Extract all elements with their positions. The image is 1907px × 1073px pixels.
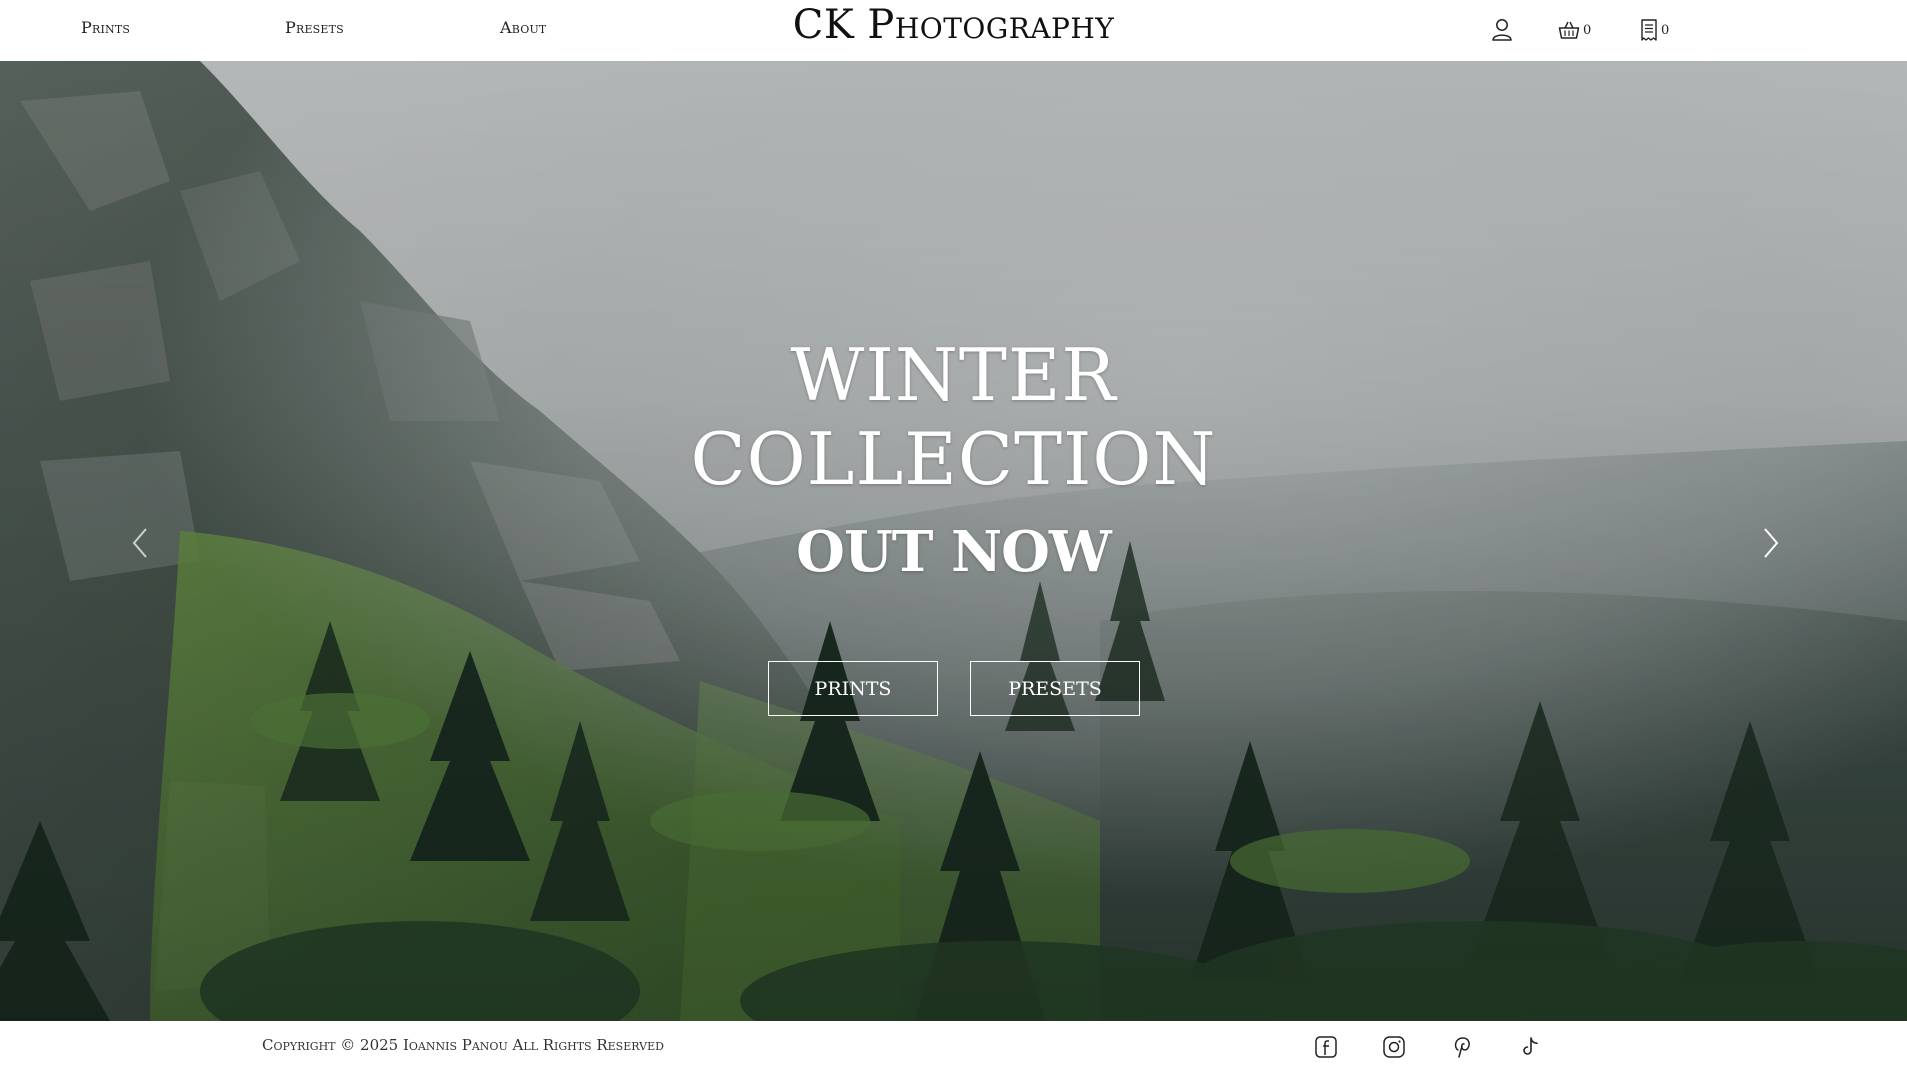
- tiktok-icon[interactable]: [1518, 1035, 1542, 1059]
- instagram-icon[interactable]: [1382, 1035, 1406, 1059]
- chevron-right-icon[interactable]: [1755, 523, 1785, 563]
- hero-banner: WINTER COLLECTION OUT NOW PRINTS PRESETS: [0, 61, 1907, 1021]
- receipt-icon: [1641, 19, 1657, 41]
- facebook-icon[interactable]: [1314, 1035, 1338, 1059]
- pinterest-icon[interactable]: [1450, 1035, 1474, 1059]
- site-logo-title[interactable]: CK Photography: [793, 2, 1115, 48]
- hero-subtitle: OUT NOW: [796, 519, 1112, 585]
- hero-prints-button[interactable]: PRINTS: [768, 661, 938, 716]
- account-button[interactable]: [1491, 17, 1513, 43]
- hero-title-line-2: COLLECTION: [690, 417, 1217, 501]
- cart-button[interactable]: 0: [1558, 17, 1591, 43]
- copyright-text: Copyright © 2025 Ioannis Panou All Right…: [262, 1036, 664, 1054]
- site-header: Prints Presets About CK Photography 0 0: [0, 0, 1907, 61]
- hero-title-line-1: WINTER: [790, 333, 1117, 417]
- hero-presets-button-label: PRESETS: [1008, 677, 1102, 700]
- nav-presets[interactable]: Presets: [285, 18, 344, 37]
- chevron-left-icon[interactable]: [126, 523, 156, 563]
- orders-button[interactable]: 0: [1640, 17, 1669, 43]
- hero-prints-button-label: PRINTS: [814, 677, 892, 700]
- basket-icon: [1558, 21, 1580, 39]
- nav-prints[interactable]: Prints: [81, 18, 130, 37]
- hero-presets-button[interactable]: PRESETS: [970, 661, 1140, 716]
- site-footer: Copyright © 2025 Ioannis Panou All Right…: [0, 1021, 1907, 1073]
- nav-about[interactable]: About: [500, 18, 546, 37]
- cart-count: 0: [1583, 22, 1592, 38]
- orders-count: 0: [1661, 22, 1670, 38]
- user-icon: [1492, 19, 1512, 41]
